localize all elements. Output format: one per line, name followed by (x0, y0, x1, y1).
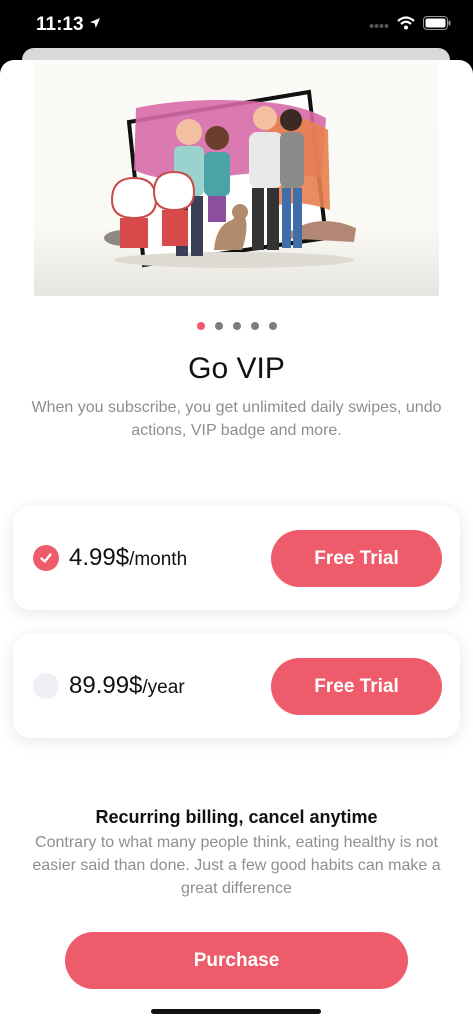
page-dot-5[interactable] (268, 322, 277, 330)
location-arrow-icon (89, 18, 100, 28)
page-dot-3[interactable] (232, 322, 241, 330)
wifi-icon (397, 16, 415, 30)
free-trial-button[interactable]: Free Trial (271, 658, 442, 715)
billing-title: Recurring billing, cancel anytime (95, 807, 378, 827)
plan-price: 4.99$/month (69, 544, 187, 572)
price-amount: 4.99$ (69, 544, 130, 571)
checkmark-icon (40, 553, 52, 563)
page-title: Go VIP (188, 352, 285, 385)
people-illustration (104, 89, 356, 268)
purchase-button[interactable]: Purchase (65, 932, 408, 989)
carousel-page-indicator[interactable] (0, 322, 473, 330)
status-time: 11:13 (36, 14, 101, 36)
monthly-plan-card[interactable]: 4.99$/month Free Trial (13, 506, 460, 610)
price-amount: 89.99$ (69, 672, 143, 699)
yearly-plan-card[interactable]: 89.99$/year Free Trial (13, 634, 460, 738)
home-indicator[interactable] (151, 1009, 321, 1014)
vip-sheet: Go VIP When you subscribe, you get unlim… (0, 60, 473, 1024)
page-dot-4[interactable] (250, 322, 259, 330)
plan-radio-unselected[interactable] (33, 673, 59, 699)
billing-description: Contrary to what many people think, eati… (32, 834, 441, 897)
page-dot-1[interactable] (196, 322, 205, 330)
plan-radio-selected[interactable] (33, 545, 59, 571)
cellular-signal-icon (369, 24, 389, 28)
battery-icon (423, 16, 451, 30)
free-trial-button[interactable]: Free Trial (271, 530, 442, 587)
page-subtitle: When you subscribe, you get unlimited da… (31, 399, 442, 439)
plan-price: 89.99$/year (69, 672, 185, 700)
price-period: /year (142, 677, 185, 698)
price-period: /month (129, 549, 188, 570)
hero-illustration (34, 60, 439, 296)
page-dot-2[interactable] (214, 322, 223, 330)
status-bar: 11:13 (0, 0, 473, 52)
